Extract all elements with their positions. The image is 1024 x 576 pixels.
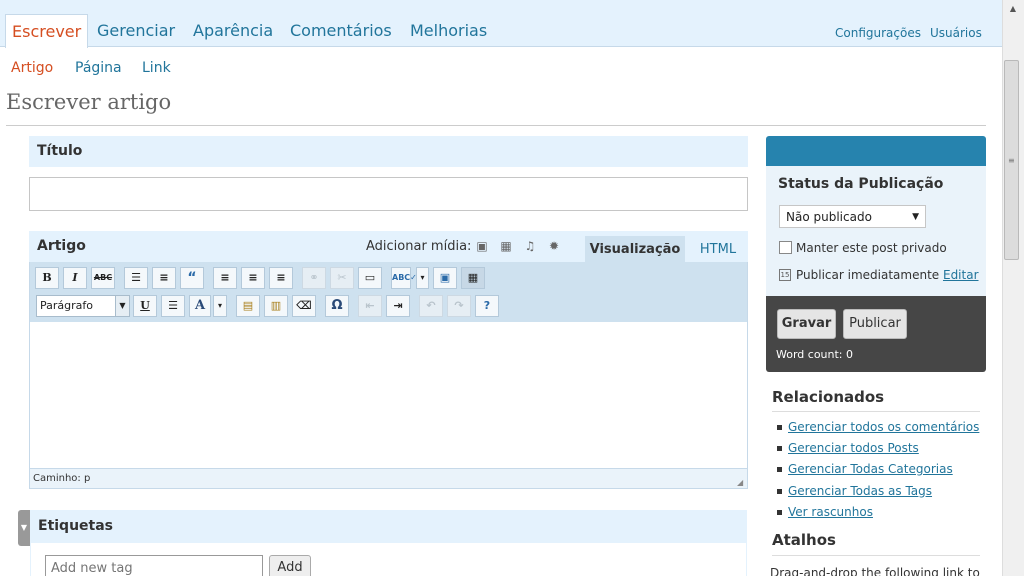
add-media-icon[interactable]: ✹ xyxy=(547,239,561,253)
add-tag-button[interactable]: Add xyxy=(269,555,311,576)
format-select-value: Parágrafo xyxy=(40,299,93,312)
italic-button[interactable]: I xyxy=(63,267,87,289)
related-link[interactable]: Gerenciar todos Posts xyxy=(788,441,919,455)
spellcheck-dropdown[interactable]: ▾ xyxy=(416,267,429,289)
list-bullet xyxy=(777,467,782,472)
blockquote-button[interactable]: “ xyxy=(180,267,204,289)
status-select[interactable]: Não publicado ▼ xyxy=(779,205,926,228)
users-link[interactable]: Usuários xyxy=(930,26,982,40)
editor-statusbar: Caminho: p ◢ xyxy=(29,468,748,489)
outdent-button[interactable]: ⇤ xyxy=(358,295,382,317)
indent-button[interactable]: ⇥ xyxy=(386,295,410,317)
insert-more-button[interactable]: ▭ xyxy=(358,267,382,289)
edit-timestamp-link[interactable]: Editar xyxy=(943,268,979,282)
scrollbar-thumb[interactable]: ≡ xyxy=(1004,60,1019,260)
format-select[interactable]: Parágrafo ▼ xyxy=(36,295,130,317)
publish-status-title: Status da Publicação xyxy=(778,176,944,192)
title-box-header: Título xyxy=(29,136,748,167)
subtab-pagina[interactable]: Página xyxy=(75,60,122,76)
justify-button[interactable]: ☰ xyxy=(161,295,185,317)
bold-button[interactable]: B xyxy=(35,267,59,289)
list-bullet xyxy=(777,510,782,515)
tab-visual[interactable]: Visualização xyxy=(585,236,685,262)
add-image-icon[interactable]: ▣ xyxy=(475,239,489,253)
editor-path: Caminho: p xyxy=(33,473,91,484)
add-video-icon[interactable]: ▦ xyxy=(499,239,513,253)
save-button[interactable]: Gravar xyxy=(777,309,836,339)
subtab-artigo[interactable]: Artigo xyxy=(11,60,53,76)
text-color-dropdown[interactable]: ▾ xyxy=(213,295,227,317)
chevron-down-icon: ▼ xyxy=(912,212,919,222)
grip-icon: ≡ xyxy=(1008,156,1015,165)
related-divider xyxy=(772,411,980,412)
shortcuts-divider xyxy=(772,555,980,556)
related-link[interactable]: Gerenciar Todas Categorias xyxy=(788,462,953,476)
tab-melhorias[interactable]: Melhorias xyxy=(410,14,487,47)
settings-link[interactable]: Configurações xyxy=(835,26,921,40)
title-input[interactable] xyxy=(29,177,748,211)
tab-gerenciar[interactable]: Gerenciar xyxy=(97,14,175,47)
title-label: Título xyxy=(37,143,83,159)
add-media-label: Adicionar mídia: xyxy=(366,239,472,254)
remove-format-button[interactable]: ⌫ xyxy=(292,295,316,317)
tag-input[interactable] xyxy=(45,555,263,576)
tab-html[interactable]: HTML xyxy=(693,236,743,262)
numbered-list-button[interactable]: ≡ xyxy=(152,267,176,289)
chevron-down-icon: ▼ xyxy=(115,296,129,316)
subtab-link[interactable]: Link xyxy=(142,60,171,76)
related-link[interactable]: Gerenciar Todas as Tags xyxy=(788,484,932,498)
editor-label: Artigo xyxy=(37,238,86,254)
shortcuts-text: Drag-and-drop the following link to xyxy=(770,566,980,576)
spellcheck-button[interactable]: ABC✓ xyxy=(391,267,417,289)
paste-word-button[interactable]: ▥ xyxy=(264,295,288,317)
strikethrough-button[interactable]: ABC xyxy=(91,267,115,289)
title-divider xyxy=(6,125,986,126)
fullscreen-button[interactable]: ▣ xyxy=(433,267,457,289)
underline-button[interactable]: U xyxy=(133,295,157,317)
tab-escrever[interactable]: Escrever xyxy=(5,14,89,48)
calendar-icon: 15 xyxy=(779,269,791,281)
scroll-up-arrow-icon[interactable]: ▲ xyxy=(1003,0,1023,18)
private-checkbox[interactable] xyxy=(779,241,792,254)
related-link[interactable]: Gerenciar todos os comentários xyxy=(788,420,979,434)
shortcuts-title: Atalhos xyxy=(772,531,836,549)
word-count: Word count: 0 xyxy=(776,348,854,361)
undo-button[interactable]: ↶ xyxy=(419,295,443,317)
related-link[interactable]: Ver rascunhos xyxy=(788,505,873,519)
help-button[interactable]: ? xyxy=(475,295,499,317)
related-title: Relacionados xyxy=(772,388,885,406)
list-bullet xyxy=(777,446,782,451)
add-audio-icon[interactable]: ♫ xyxy=(523,239,537,253)
collapse-toggle-icon[interactable]: ▼ xyxy=(18,510,30,546)
tab-aparencia[interactable]: Aparência xyxy=(193,14,273,47)
resize-handle-icon[interactable]: ◢ xyxy=(737,478,746,487)
align-right-button[interactable]: ≡ xyxy=(269,267,293,289)
insert-link-button[interactable]: ⚭ xyxy=(302,267,326,289)
list-bullet xyxy=(777,489,782,494)
align-left-button[interactable]: ≡ xyxy=(213,267,237,289)
editor-content-area[interactable] xyxy=(29,322,748,468)
status-select-value: Não publicado xyxy=(786,210,872,224)
tags-label: Etiquetas xyxy=(38,518,114,534)
publish-panel-header xyxy=(766,136,986,166)
align-center-button[interactable]: ≡ xyxy=(241,267,265,289)
page-title: Escrever artigo xyxy=(6,90,172,114)
paste-text-button[interactable]: ▤ xyxy=(236,295,260,317)
text-color-button[interactable]: A xyxy=(189,295,211,317)
publish-time: Publicar imediatamente Editar xyxy=(796,268,979,282)
private-checkbox-label: Manter este post privado xyxy=(796,241,947,255)
bullet-list-button[interactable]: ☰ xyxy=(124,267,148,289)
tab-comentarios[interactable]: Comentários xyxy=(290,14,392,47)
publish-time-label: Publicar imediatamente xyxy=(796,268,940,282)
unlink-button[interactable]: ✂ xyxy=(330,267,354,289)
redo-button[interactable]: ↷ xyxy=(447,295,471,317)
kitchen-sink-button[interactable]: ▦ xyxy=(461,267,485,289)
special-char-button[interactable]: Ω xyxy=(325,295,349,317)
publish-button[interactable]: Publicar xyxy=(843,309,907,339)
list-bullet xyxy=(777,425,782,430)
tags-box-header: Etiquetas xyxy=(30,510,747,543)
